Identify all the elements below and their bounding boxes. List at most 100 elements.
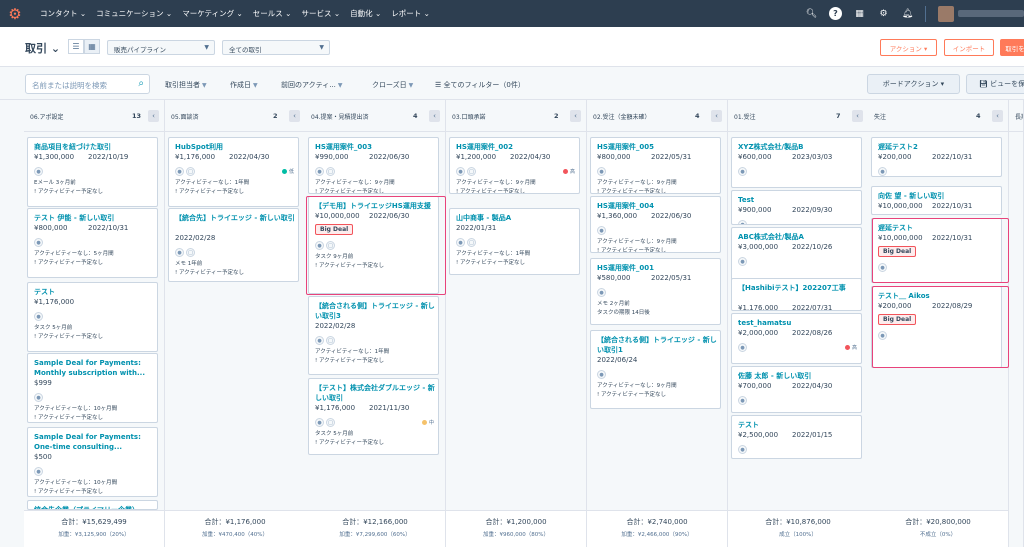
nav-item-3[interactable]: セールス ⌄ bbox=[253, 8, 292, 19]
contact-avatar-icon[interactable]: ● bbox=[175, 248, 184, 257]
deal-card[interactable]: 遅延テスト2 ¥200,000 2022/10/31 ● bbox=[871, 137, 1002, 177]
avatar[interactable] bbox=[938, 5, 954, 22]
contact-avatar-icon[interactable]: ● bbox=[315, 336, 324, 345]
contact-avatar-icon[interactable]: ● bbox=[878, 331, 887, 340]
deal-name-link[interactable]: 【デモ用】トライエッジHS運用支援 bbox=[315, 201, 435, 211]
deal-card[interactable]: テスト ¥1,176,000 ● タスク 5ヶ月前 ! アクティビティー予定なし bbox=[27, 282, 158, 352]
deal-card[interactable]: HubSpot利用 ¥1,176,000 2022/04/30 ● □ 低アクティビティー… bbox=[168, 137, 299, 207]
deal-card[interactable]: ABC株式会社/製品A ¥3,000,000 2022/10/26 ● bbox=[731, 227, 862, 284]
deal-name-link[interactable]: HS運用案件_005 bbox=[597, 142, 717, 152]
deal-card[interactable]: test_hamatsu ¥2,000,000 2022/08/26 ● 高 bbox=[731, 313, 862, 364]
deal-name-link[interactable]: テスト 伊能 - 新しい取引 bbox=[34, 213, 154, 223]
actions-button[interactable]: アクション ▾ bbox=[880, 39, 937, 56]
deal-card[interactable]: 統合先企業（プライマリー企業） bbox=[27, 500, 158, 510]
save-view-button[interactable]: 💾︎ ビューを保 bbox=[966, 74, 1024, 94]
deal-card[interactable]: 【Hashibiテスト】202207工事 ¥1,176,000 2022/07/31… bbox=[731, 278, 862, 311]
deal-name-link[interactable]: HubSpot利用 bbox=[175, 142, 295, 152]
deal-card[interactable]: HS運用案件_002 ¥1,200,000 2022/04/30 ● □ 高アクティビティ… bbox=[449, 137, 580, 194]
hubspot-logo-icon[interactable]: ⚙ bbox=[0, 0, 30, 27]
deal-card[interactable]: Test ¥900,000 2022/09/30 ● bbox=[731, 190, 862, 225]
contact-avatar-icon[interactable]: ● bbox=[34, 238, 43, 247]
nav-item-5[interactable]: 自動化 ⌄ bbox=[350, 8, 381, 19]
deal-name-link[interactable]: HS運用案件_002 bbox=[456, 142, 576, 152]
filter-last-activity[interactable]: 前回のアクティ... ▼ bbox=[281, 80, 343, 90]
search-icon[interactable]: ⌕ bbox=[138, 78, 144, 89]
collapse-stage-icon[interactable]: ‹ bbox=[992, 110, 1003, 122]
contact-avatar-icon[interactable]: ● bbox=[738, 167, 747, 176]
contact-avatar-icon[interactable]: ● bbox=[34, 393, 43, 402]
deal-name-link[interactable]: テスト bbox=[34, 287, 154, 297]
deal-name-link[interactable]: HS運用案件_001 bbox=[597, 263, 717, 273]
collapse-stage-icon[interactable]: ‹ bbox=[289, 110, 300, 122]
company-icon[interactable]: □ bbox=[186, 167, 195, 176]
company-icon[interactable]: □ bbox=[467, 167, 476, 176]
deal-name-link[interactable]: 遅延テスト bbox=[878, 223, 998, 233]
all-filters-link[interactable]: ☰ 全てのフィルター（0件） bbox=[435, 80, 525, 90]
deal-card[interactable]: テスト 伊能 - 新しい取引 ¥800,000 2022/10/31 ● アクティビティ… bbox=[27, 208, 158, 278]
deal-name-link[interactable]: Test bbox=[738, 195, 858, 205]
filter-owner[interactable]: 取引担当者 ▼ bbox=[165, 80, 207, 90]
deal-card[interactable]: Sample Deal for Payments: One-time consu… bbox=[27, 427, 158, 497]
deal-name-link[interactable]: 【テスト】株式会社ダブルエッジ - 新しい取引 bbox=[315, 383, 435, 403]
deal-name-link[interactable]: 商品項目を紐づけた取引 bbox=[34, 142, 154, 152]
deal-name-link[interactable]: テスト bbox=[738, 420, 858, 430]
contact-avatar-icon[interactable]: ● bbox=[878, 263, 887, 272]
deal-name-link[interactable]: HS運用案件_003 bbox=[315, 142, 435, 152]
contact-avatar-icon[interactable]: ● bbox=[878, 167, 887, 176]
contact-avatar-icon[interactable]: ● bbox=[456, 167, 465, 176]
contact-avatar-icon[interactable]: ● bbox=[34, 312, 43, 321]
deal-card[interactable]: HS運用案件_005 ¥800,000 2022/05/31 ● アクティビティーなし：… bbox=[590, 137, 721, 194]
company-icon[interactable]: □ bbox=[186, 248, 195, 257]
contact-avatar-icon[interactable]: ● bbox=[597, 288, 606, 297]
board-view-icon[interactable]: ▦ bbox=[84, 39, 100, 54]
deal-name-link[interactable]: test_hamatsu bbox=[738, 318, 858, 328]
deal-name-link[interactable]: HS運用案件_004 bbox=[597, 201, 717, 211]
contact-avatar-icon[interactable]: ● bbox=[738, 396, 747, 405]
collapse-stage-icon[interactable]: ‹ bbox=[852, 110, 863, 122]
bell-icon[interactable]: 🔔︎ bbox=[901, 7, 914, 20]
contact-avatar-icon[interactable]: ● bbox=[175, 167, 184, 176]
deal-card[interactable]: 【統合される側】トライエッジ - 新しい取引1 2022/06/24 ● アクティビテ… bbox=[590, 330, 721, 409]
company-icon[interactable]: □ bbox=[326, 241, 335, 250]
collapse-stage-icon[interactable]: ‹ bbox=[711, 110, 722, 122]
company-icon[interactable]: □ bbox=[467, 238, 476, 247]
company-icon[interactable]: □ bbox=[326, 418, 335, 427]
deal-card[interactable]: 【統合される側】トライエッジ - 新しい取引3 2022/02/28 ● □ アクティビ… bbox=[308, 296, 439, 375]
contact-avatar-icon[interactable]: ● bbox=[34, 167, 43, 176]
contact-avatar-icon[interactable]: ● bbox=[738, 445, 747, 454]
deal-name-link[interactable]: ABC株式会社/製品A bbox=[738, 232, 858, 242]
nav-item-6[interactable]: レポート ⌄ bbox=[391, 8, 430, 19]
gear-icon[interactable]: ⚙ bbox=[877, 7, 890, 20]
help-icon[interactable]: ? bbox=[829, 7, 842, 20]
import-button[interactable]: インポート bbox=[944, 39, 994, 56]
contact-avatar-icon[interactable]: ● bbox=[738, 257, 747, 266]
company-icon[interactable]: □ bbox=[326, 167, 335, 176]
contact-avatar-icon[interactable]: ● bbox=[597, 226, 606, 235]
contact-avatar-icon[interactable]: ● bbox=[315, 418, 324, 427]
deal-name-link[interactable]: 遅延テスト2 bbox=[878, 142, 998, 152]
deal-card[interactable]: 向佐 望 - 新しい取引 ¥10,000,000 2022/10/31 bbox=[871, 186, 1002, 215]
contact-avatar-icon[interactable]: ● bbox=[34, 467, 43, 476]
filter-close-date[interactable]: クローズ日 ▼ bbox=[372, 80, 413, 90]
deal-card[interactable]: 山中商事 - 製品A 2022/01/31 ● □ アクティビティーなし：1年間 ! アク… bbox=[449, 208, 580, 275]
page-title[interactable]: 取引 ⌄ bbox=[25, 40, 60, 56]
deal-name-link[interactable]: 【統合される側】トライエッジ - 新しい取引3 bbox=[315, 301, 435, 321]
collapse-stage-icon[interactable]: ‹ bbox=[570, 110, 581, 122]
deal-name-link[interactable]: 【統合される側】トライエッジ - 新しい取引1 bbox=[597, 335, 717, 355]
deal-card[interactable]: 【統合先】トライエッジ - 新しい取引 2022/02/28 ● □ メモ 1年前 ! ア… bbox=[168, 208, 299, 282]
deal-name-link[interactable]: Sample Deal for Payments: One-time consu… bbox=[34, 432, 154, 452]
deal-card[interactable]: 【デモ用】トライエッジHS運用支援 ¥10,000,000 2022/06/30 Bi… bbox=[308, 196, 439, 294]
nav-item-2[interactable]: マーケティング ⌄ bbox=[182, 8, 243, 19]
deal-card[interactable]: Sample Deal for Payments: Monthly subscr… bbox=[27, 353, 158, 423]
deal-name-link[interactable]: XYZ株式会社/製品B bbox=[738, 142, 858, 152]
deal-card[interactable]: 【テスト】株式会社ダブルエッジ - 新しい取引 ¥1,176,000 2021/11… bbox=[308, 378, 439, 455]
deal-card[interactable]: 遅延テスト ¥10,000,000 2022/10/31 Big Deal ● bbox=[871, 218, 1002, 283]
company-icon[interactable]: □ bbox=[326, 336, 335, 345]
marketplace-icon[interactable]: ▦ bbox=[853, 7, 866, 20]
deal-card[interactable]: テスト ¥2,500,000 2022/01/15 ● bbox=[731, 415, 862, 459]
nav-item-1[interactable]: コミュニケーション ⌄ bbox=[96, 8, 172, 19]
deal-card[interactable]: テスト＿ Aikos ¥200,000 2022/08/29 Big Deal ● bbox=[871, 286, 1002, 368]
deal-name-link[interactable]: 【統合先】トライエッジ - 新しい取引 bbox=[175, 213, 295, 223]
deal-filter-select[interactable]: 全ての取引 ▼ bbox=[222, 40, 330, 55]
contact-avatar-icon[interactable]: ● bbox=[597, 370, 606, 379]
